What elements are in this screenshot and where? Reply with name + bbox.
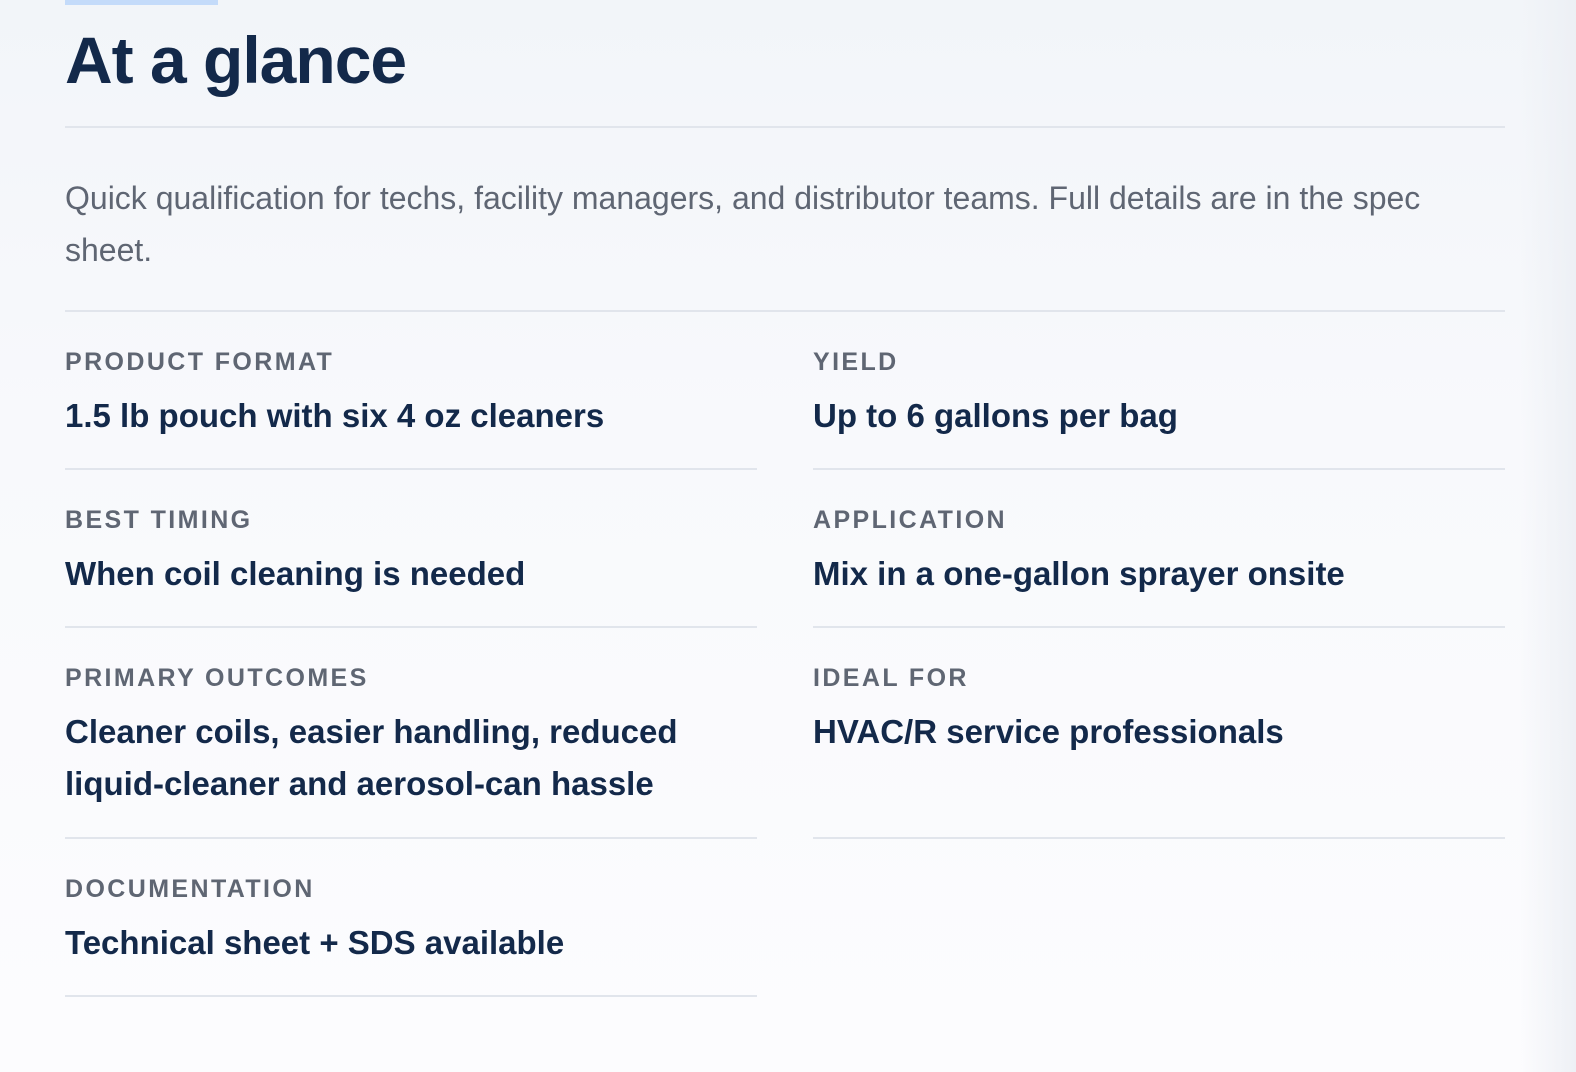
section-title: At a glance [65, 23, 407, 97]
spec-item-product-format: PRODUCT FORMAT 1.5 lb pouch with six 4 o… [65, 312, 757, 470]
spec-row: PRODUCT FORMAT 1.5 lb pouch with six 4 o… [65, 312, 1505, 470]
spec-value: Technical sheet + SDS available [65, 924, 565, 961]
spec-label: IDEAL FOR [813, 664, 969, 692]
spec-label: BEST TIMING [65, 506, 253, 534]
spec-value: 1.5 lb pouch with six 4 oz cleaners [65, 397, 605, 434]
spec-item-best-timing: BEST TIMING When coil cleaning is needed [65, 470, 757, 628]
spec-item-yield: YIELD Up to 6 gallons per bag [813, 312, 1505, 470]
section-intro: Quick qualification for techs, facility … [65, 180, 1421, 268]
spec-item-documentation: DOCUMENTATION Technical sheet + SDS avai… [65, 839, 757, 997]
spec-label: YIELD [813, 348, 899, 376]
spec-label: PRODUCT FORMAT [65, 348, 335, 376]
spec-item-ideal-for: IDEAL FOR HVAC/R service professionals [813, 628, 1505, 839]
title-divider [65, 126, 1505, 128]
spec-label: DOCUMENTATION [65, 875, 315, 903]
spec-label: APPLICATION [813, 506, 1007, 534]
spec-grid: PRODUCT FORMAT 1.5 lb pouch with six 4 o… [65, 312, 1505, 997]
page-edge-shade [1520, 0, 1576, 1072]
spec-item-primary-outcomes: PRIMARY OUTCOMES Cleaner coils, easier h… [65, 628, 757, 839]
spec-value: When coil cleaning is needed [65, 555, 526, 592]
spec-value: Cleaner coils, easier handling, reduced … [65, 713, 678, 802]
spec-value: Up to 6 gallons per bag [813, 397, 1178, 434]
spec-label: PRIMARY OUTCOMES [65, 664, 369, 692]
spec-value: HVAC/R service professionals [813, 713, 1284, 750]
spec-row: PRIMARY OUTCOMES Cleaner coils, easier h… [65, 628, 1505, 839]
spec-row: DOCUMENTATION Technical sheet + SDS avai… [65, 839, 1505, 997]
spec-row: BEST TIMING When coil cleaning is needed… [65, 470, 1505, 628]
spec-value: Mix in a one-gallon sprayer onsite [813, 555, 1345, 592]
section-accent-bar [65, 0, 218, 5]
spec-item-application: APPLICATION Mix in a one-gallon sprayer … [813, 470, 1505, 628]
